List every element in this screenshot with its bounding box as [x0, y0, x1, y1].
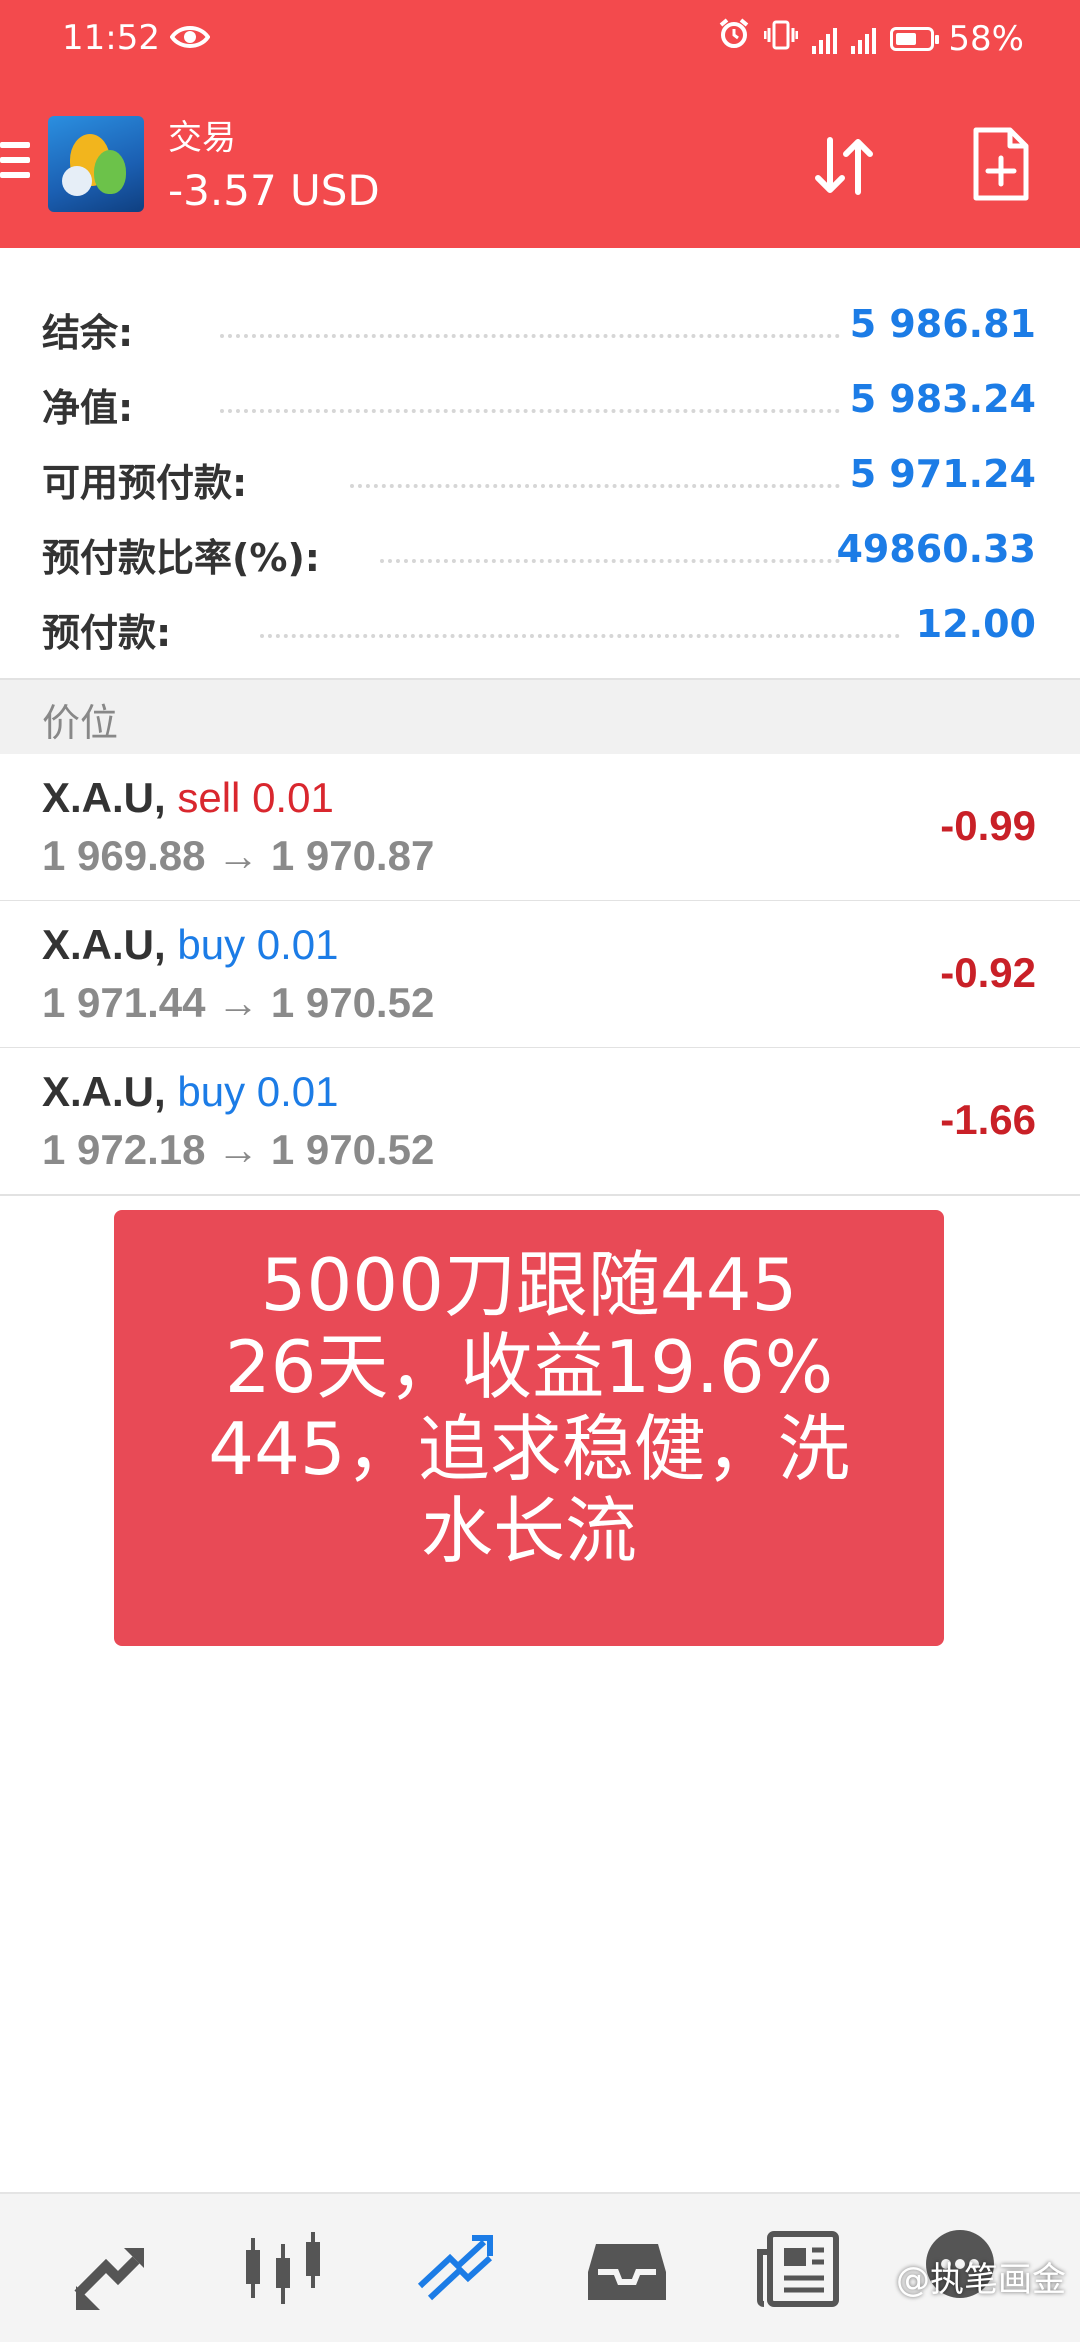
position-symbol: X.A.U, — [42, 921, 166, 968]
position-profit: -0.92 — [940, 949, 1036, 996]
balance-row: 结余: 5 986.81 — [0, 288, 1080, 362]
total-profit: -3.57 USD — [168, 166, 380, 215]
position-prices: 1 972.18 → 1 970.52 — [42, 1126, 435, 1173]
news-icon[interactable] — [754, 2224, 844, 2314]
position-row[interactable]: X.A.U, buy 0.01 1 972.18 → 1 970.52 -1.6… — [0, 1048, 1080, 1196]
caption-line: 5000刀跟随445 — [260, 1243, 798, 1327]
position-side: sell — [177, 774, 241, 821]
chart-icon[interactable] — [238, 2224, 328, 2314]
history-icon[interactable] — [582, 2224, 672, 2314]
caption-line: 445，追求稳健，洗 — [208, 1407, 850, 1491]
eye-icon — [169, 20, 211, 60]
position-profit: -1.66 — [940, 1096, 1036, 1143]
free-margin-value: 5 971.24 — [849, 452, 1036, 496]
free-margin-row: 可用预付款: 5 971.24 — [0, 438, 1080, 512]
free-margin-label: 可用预付款: — [42, 452, 258, 507]
position-volume: 0.01 — [256, 1068, 339, 1115]
equity-label: 净值: — [42, 377, 144, 432]
battery-percent: 58% — [948, 18, 1024, 59]
margin-level-row: 预付款比率(%): 49860.33 — [0, 513, 1080, 587]
caption-overlay: 5000刀跟随445 26天，收益19.6% 445，追求稳健，洗 水长流 — [114, 1210, 944, 1646]
positions-header: 价位 — [0, 678, 1080, 756]
position-row[interactable]: X.A.U, sell 0.01 1 969.88 → 1 970.87 -0.… — [0, 754, 1080, 902]
signal-4g-icon — [812, 24, 838, 54]
signal-4g-icon-2 — [851, 24, 877, 54]
new-order-icon[interactable] — [970, 126, 1030, 202]
margin-label: 预付款: — [42, 602, 182, 657]
equity-row: 净值: 5 983.24 — [0, 363, 1080, 437]
watermark: @执笔画金 — [896, 2260, 1066, 2300]
position-side: buy — [177, 1068, 246, 1115]
app-logo — [48, 116, 144, 212]
menu-icon[interactable] — [0, 142, 30, 188]
position-title: X.A.U, sell 0.01 — [42, 774, 334, 822]
sort-icon[interactable] — [808, 130, 880, 202]
margin-value: 12.00 — [915, 602, 1036, 646]
caption-line: 水长流 — [420, 1489, 637, 1573]
balance-value: 5 986.81 — [849, 302, 1036, 346]
account-summary: 结余: 5 986.81 净值: 5 983.24 可用预付款: 5 971.2… — [0, 248, 1080, 678]
trade-icon[interactable] — [410, 2224, 500, 2314]
position-title: X.A.U, buy 0.01 — [42, 921, 339, 969]
position-title: X.A.U, buy 0.01 — [42, 1068, 339, 1116]
position-volume: 0.01 — [256, 921, 339, 968]
status-time: 11:52 — [62, 18, 160, 58]
position-profit: -0.99 — [940, 802, 1036, 849]
position-row[interactable]: X.A.U, buy 0.01 1 971.44 → 1 970.52 -0.9… — [0, 901, 1080, 1049]
status-icons: 58% — [718, 18, 1024, 59]
margin-level-label: 预付款比率(%): — [42, 527, 331, 582]
status-bar: 11:52 58% — [0, 0, 1080, 80]
alarm-icon — [718, 18, 750, 59]
quotes-icon[interactable] — [66, 2224, 156, 2314]
position-symbol: X.A.U, — [42, 1068, 166, 1115]
page-title: 交易 — [168, 118, 236, 158]
balance-label: 结余: — [42, 302, 144, 357]
position-volume: 0.01 — [252, 774, 334, 821]
margin-level-value: 49860.33 — [836, 527, 1036, 571]
app-bar: 交易 -3.57 USD — [0, 80, 1080, 248]
position-prices: 1 969.88 → 1 970.87 — [42, 832, 435, 879]
position-side: buy — [177, 921, 246, 968]
battery-icon — [890, 26, 940, 51]
margin-row: 预付款: 12.00 — [0, 588, 1080, 662]
equity-value: 5 983.24 — [849, 377, 1036, 421]
vibrate-icon — [763, 19, 799, 59]
positions-section-title: 价位 — [42, 701, 119, 745]
position-prices: 1 971.44 → 1 970.52 — [42, 979, 435, 1026]
position-symbol: X.A.U, — [42, 774, 166, 821]
caption-line: 26天，收益19.6% — [224, 1325, 834, 1409]
